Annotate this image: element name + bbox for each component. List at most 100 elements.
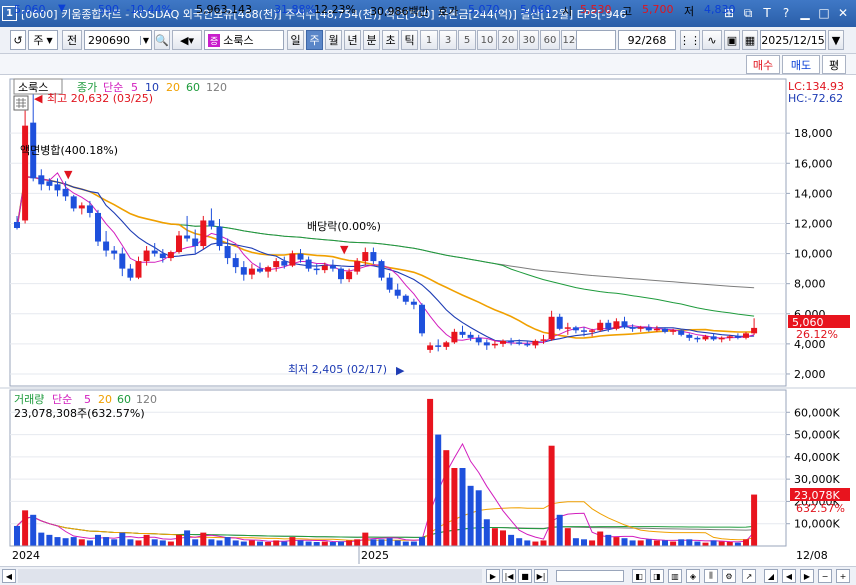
period-button[interactable]: 월 — [325, 30, 342, 50]
scroll-left-icon[interactable]: ◀ — [2, 569, 16, 583]
interval-button[interactable]: 3 — [439, 30, 457, 50]
stock-chart[interactable]: 소룩스 종가 단순 5 10 20 60 120 ◀ 최고 20,632 (03… — [0, 76, 856, 566]
data-count-field[interactable]: 92/268 — [618, 30, 676, 50]
candle-body — [475, 337, 482, 343]
search-icon[interactable]: 🔍 — [154, 30, 170, 50]
market-select[interactable]: 주 ▼ — [28, 30, 58, 50]
zoom-out-icon[interactable]: ◧ — [632, 569, 646, 583]
maximize-icon[interactable]: □ — [817, 6, 831, 21]
candle-body — [86, 205, 93, 213]
candle-body — [192, 238, 199, 247]
current-price: 5,060 — [14, 3, 46, 16]
candle-body — [581, 330, 587, 332]
stock-code-input[interactable]: 290690 ▼ — [84, 30, 152, 50]
candle-body — [362, 252, 369, 262]
bar-chart-icon[interactable]: ▥ — [668, 569, 682, 583]
volume-bar — [670, 541, 677, 546]
previous-icon[interactable]: ◀ — [782, 569, 796, 583]
candle-body — [613, 321, 620, 329]
volume-bar — [95, 534, 101, 546]
chart-area[interactable]: 소룩스 종가 단순 5 10 20 60 120 ◀ 최고 20,632 (03… — [0, 76, 856, 566]
price-tick-label: 14,000 — [794, 187, 833, 200]
candle-body — [119, 253, 126, 269]
close-icon[interactable]: ✕ — [836, 6, 850, 21]
volume-bar — [151, 539, 158, 546]
zoom-in-button[interactable]: + — [836, 569, 850, 583]
open-price: 5,530 — [580, 3, 612, 16]
candle-body — [629, 327, 636, 329]
chart-scrollbar[interactable]: ◀ ▶ |◀ ■ ▶| ◧ ◨ ▥ ◈ ⫼ ⚙ ↗ ◢ ◀ ▶ − + — [0, 566, 856, 585]
help-icon[interactable]: ? — [779, 6, 793, 21]
candle-body — [491, 343, 498, 346]
compare-icon[interactable]: ◈ — [686, 569, 700, 583]
candle-body — [248, 268, 255, 275]
interval-button[interactable]: 60 — [540, 30, 560, 50]
volume-bar — [22, 510, 29, 546]
down-arrow-icon: ▼ — [58, 3, 66, 14]
period-button[interactable]: 분 — [363, 30, 380, 50]
volume-bar — [459, 468, 466, 546]
interval-button[interactable]: 1 — [420, 30, 438, 50]
calendar-icon[interactable]: ▦ — [742, 30, 758, 50]
chart-type-icon[interactable]: ∿ — [702, 30, 722, 50]
bars-icon[interactable]: ⫼ — [704, 569, 718, 583]
next-icon[interactable]: ▶ — [800, 569, 814, 583]
candle-body — [410, 301, 417, 305]
min-label: 최저 2,405 (02/17) — [288, 363, 387, 376]
reset-button[interactable]: ↺ — [10, 30, 26, 50]
date-picker-icon[interactable]: ▼ — [828, 30, 844, 50]
last-page-icon[interactable]: ▶| — [534, 569, 548, 583]
bid-price: 5,060 — [520, 3, 552, 16]
scroll-right-icon[interactable]: ▶ — [486, 569, 500, 583]
line-chart-icon[interactable]: ↗ — [742, 569, 756, 583]
window-font-icon[interactable]: T — [760, 6, 774, 21]
period-button[interactable]: 일 — [287, 30, 304, 50]
stop-icon[interactable]: ■ — [518, 569, 532, 583]
volume-bar — [273, 540, 280, 546]
candle-body — [38, 175, 45, 185]
save-icon[interactable]: ▣ — [724, 30, 740, 50]
eval-button[interactable]: 평 — [822, 55, 846, 74]
period-button[interactable]: 년 — [344, 30, 361, 50]
candle-body — [645, 327, 652, 331]
interval-button[interactable]: 5 — [458, 30, 476, 50]
zoom-in-glyph[interactable]: ◢ — [764, 569, 778, 583]
interval-button[interactable]: 20 — [498, 30, 518, 50]
scroll-track[interactable] — [18, 569, 482, 583]
minimize-icon[interactable]: ▁ — [798, 6, 812, 21]
volume-bar — [467, 485, 474, 546]
volume-bar — [378, 539, 385, 546]
candle-body — [329, 265, 336, 269]
zoom-reset-icon[interactable]: ◨ — [650, 569, 664, 583]
date-input[interactable]: 2025/12/15 — [760, 30, 826, 50]
volume-bar — [257, 541, 263, 546]
period-button[interactable]: 틱 — [401, 30, 418, 50]
sell-button[interactable]: 매도 — [782, 55, 820, 74]
zoom-slider[interactable] — [556, 570, 624, 582]
ask-price: 5,070 — [468, 3, 500, 16]
interval-input[interactable] — [576, 30, 616, 50]
first-page-icon[interactable]: |◀ — [502, 569, 516, 583]
mode-button[interactable]: 전 — [62, 30, 82, 50]
stock-name-field[interactable]: 증 소룩스 — [204, 30, 284, 50]
period-button[interactable]: 주 — [306, 30, 323, 50]
volume-bar — [14, 525, 20, 546]
window-copy-icon[interactable]: ⧉ — [741, 6, 755, 21]
event-dividend: 배당락(0.00%) — [307, 220, 381, 233]
speaker-icon[interactable]: ◀▾ — [172, 30, 202, 50]
interval-button[interactable]: 10 — [477, 30, 497, 50]
candle-body — [176, 235, 182, 253]
turnover-pct: 31.88% — [274, 3, 316, 16]
vol-legend-ma120: 120 — [136, 393, 157, 406]
buy-button[interactable]: 매수 — [746, 55, 780, 74]
volume-bar — [653, 540, 660, 546]
volume-bar — [402, 541, 409, 546]
interval-button[interactable]: 30 — [519, 30, 539, 50]
grid-icon[interactable]: ⋮⋮ — [679, 30, 701, 50]
volume-bar — [427, 398, 434, 546]
volume-bar — [216, 540, 223, 546]
zoom-out-button[interactable]: − — [818, 569, 832, 583]
period-button[interactable]: 초 — [382, 30, 399, 50]
candle-body — [305, 259, 312, 269]
settings-icon[interactable]: ⚙ — [722, 569, 736, 583]
